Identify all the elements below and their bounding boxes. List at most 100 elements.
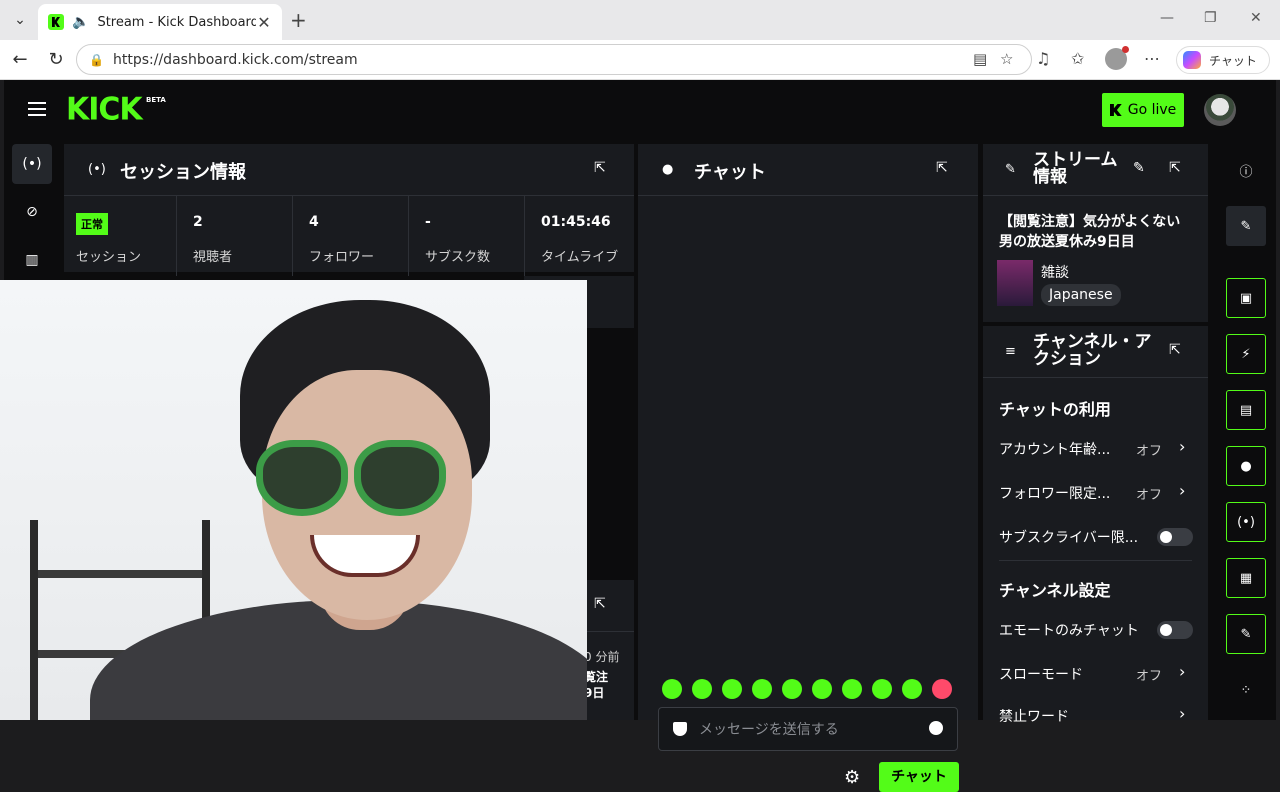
chevron-right-icon[interactable]: › <box>1179 481 1185 500</box>
stream-nav-icon[interactable]: (•) <box>12 144 52 184</box>
section-divider <box>999 560 1192 561</box>
tab-dropdown-icon[interactable]: ⌄ <box>8 8 32 32</box>
url-text[interactable]: https://dashboard.kick.com/stream <box>113 52 358 68</box>
glasses-lens <box>256 440 348 516</box>
chevron-right-icon[interactable]: › <box>1179 662 1185 681</box>
link-nav-icon[interactable]: ⊘ <box>12 192 52 232</box>
broadcast-icon: (•) <box>88 162 106 177</box>
app-header: KICK BETA Go live <box>4 80 1276 140</box>
menu-icon[interactable] <box>28 102 46 116</box>
channel-actions-title: チャンネル・ア クション <box>1033 334 1152 368</box>
edit-icon[interactable]: ✎ <box>1226 206 1266 246</box>
broadcast-icon[interactable]: (•) <box>1226 502 1266 542</box>
followers-only-value: オフ <box>1136 488 1163 503</box>
emote-icon[interactable] <box>752 679 772 699</box>
music-icon[interactable]: ♫ <box>1036 49 1050 68</box>
tab-title: Stream - Kick Dashboard <box>97 14 256 30</box>
stat-followers: 4 フォロワー <box>292 196 408 276</box>
chevron-right-icon[interactable]: › <box>1179 437 1185 456</box>
dots-icon[interactable]: ⁘ <box>1226 670 1266 710</box>
account-age-label[interactable]: アカウント年齢... <box>999 439 1110 459</box>
capture-icon[interactable]: ▣ <box>1226 278 1266 318</box>
followers-only-label[interactable]: フォロワー限定... <box>999 483 1110 503</box>
layout-icon[interactable]: ▦ <box>1226 558 1266 598</box>
emote-icon[interactable] <box>872 679 892 699</box>
slow-mode-label[interactable]: スローモード <box>999 664 1083 684</box>
language-tag: Japanese <box>1041 284 1121 306</box>
stat-subs: - サブスク数 <box>408 196 524 276</box>
copilot-button[interactable]: チャット <box>1176 46 1270 74</box>
popout-icon[interactable]: ⇱ <box>594 160 606 176</box>
popout-icon[interactable]: ⇱ <box>1169 160 1181 176</box>
emote-icon[interactable] <box>812 679 832 699</box>
stream-title-line: 男の放送夏休み9日目 <box>999 234 1135 250</box>
webcam-preview <box>0 280 587 720</box>
browser-chrome: ⌄ 🔈 Stream - Kick Dashboard ✕ + — ❐ ✕ ← … <box>0 0 1280 80</box>
stream-title-line: 【閲覧注意】気分がよくない <box>999 214 1181 230</box>
subscribers-only-label: サブスクライバー限... <box>999 530 1139 546</box>
browser-tab[interactable]: 🔈 Stream - Kick Dashboard ✕ <box>38 4 282 40</box>
chat-icon[interactable]: ● <box>1226 446 1266 486</box>
title-line: クション <box>1033 349 1101 369</box>
more-icon[interactable]: ⋯ <box>1144 49 1160 68</box>
popout-icon[interactable]: ⇱ <box>594 596 606 612</box>
user-avatar[interactable] <box>1204 94 1236 126</box>
chevron-right-icon[interactable]: › <box>1179 704 1185 723</box>
go-live-button[interactable]: Go live <box>1102 93 1184 127</box>
emote-icon[interactable] <box>782 679 802 699</box>
star-icon[interactable]: ☆ <box>1000 50 1013 68</box>
kick-logo[interactable]: KICK <box>66 91 143 128</box>
channel-actions-panel: ≡ チャンネル・ア クション ⇱ チャットの利用 アカウント年齢... オフ ›… <box>983 326 1208 725</box>
account-age-value: オフ <box>1136 444 1163 459</box>
popout-icon[interactable]: ⇱ <box>936 160 948 176</box>
lightning-icon[interactable]: ⚡ <box>1226 334 1266 374</box>
emote-icon[interactable] <box>662 679 682 699</box>
banned-words-label[interactable]: 禁止ワード <box>999 706 1069 726</box>
wrench-icon: ✎ <box>1005 162 1016 177</box>
browser-toolbar: ← ↻ 🔒 https://dashboard.kick.com/stream … <box>0 40 1280 80</box>
emote-icon[interactable] <box>692 679 712 699</box>
stat-value: 2 <box>193 214 203 230</box>
go-live-label: Go live <box>1127 102 1177 118</box>
stat-label: フォロワー <box>309 250 375 265</box>
close-tab-icon[interactable]: ✕ <box>256 13 272 32</box>
favorites-icon[interactable]: ✩ <box>1071 49 1084 68</box>
analytics-nav-icon[interactable]: ▥ <box>12 240 52 280</box>
reload-icon[interactable]: ↻ <box>44 48 68 72</box>
browser-profile-avatar[interactable] <box>1105 46 1129 70</box>
emote-only-toggle[interactable] <box>1157 621 1193 639</box>
emoji-icon[interactable] <box>929 721 943 735</box>
kick-icon <box>1109 104 1122 116</box>
emote-icon[interactable] <box>932 679 952 699</box>
info-icon[interactable]: ⓘ <box>1226 150 1266 190</box>
emote-icon[interactable] <box>902 679 922 699</box>
panel-divider <box>983 195 1208 196</box>
lock-icon[interactable]: 🔒 <box>89 53 105 67</box>
stream-title: 【閲覧注意】気分がよくない 男の放送夏休み9日目 <box>999 212 1180 252</box>
address-bar[interactable]: 🔒 https://dashboard.kick.com/stream ▤ ☆ <box>76 44 1032 75</box>
window-close-icon[interactable]: ✕ <box>1250 10 1262 26</box>
gear-icon[interactable]: ⚙ <box>844 767 860 788</box>
category-name[interactable]: 雑談 <box>1041 262 1069 282</box>
emote-icon[interactable] <box>842 679 862 699</box>
chat-title: チャット <box>694 162 766 183</box>
back-arrow-icon[interactable]: ← <box>8 48 32 72</box>
wrench-icon[interactable]: ✎ <box>1226 614 1266 654</box>
kick-favicon-icon <box>48 14 64 30</box>
copilot-label: チャット <box>1209 53 1257 68</box>
send-chat-button[interactable]: チャット <box>879 762 959 792</box>
restore-icon[interactable]: ❐ <box>1204 10 1217 26</box>
speaker-icon[interactable]: 🔈 <box>72 14 89 30</box>
popout-icon[interactable]: ⇱ <box>1169 342 1181 358</box>
edit-icon[interactable]: ✎ <box>1133 160 1145 176</box>
emote-icon[interactable] <box>722 679 742 699</box>
reader-icon[interactable]: ▤ <box>973 50 987 68</box>
copilot-icon <box>1183 51 1201 69</box>
chat-message-input[interactable]: メッセージを送信する <box>658 707 958 751</box>
new-tab-icon[interactable]: + <box>290 8 307 32</box>
minimize-icon[interactable]: — <box>1160 10 1174 26</box>
subscribers-only-toggle[interactable] <box>1157 528 1193 546</box>
stat-session: 正常 セッション <box>64 196 176 276</box>
category-thumbnail <box>997 260 1033 306</box>
notes-icon[interactable]: ▤ <box>1226 390 1266 430</box>
